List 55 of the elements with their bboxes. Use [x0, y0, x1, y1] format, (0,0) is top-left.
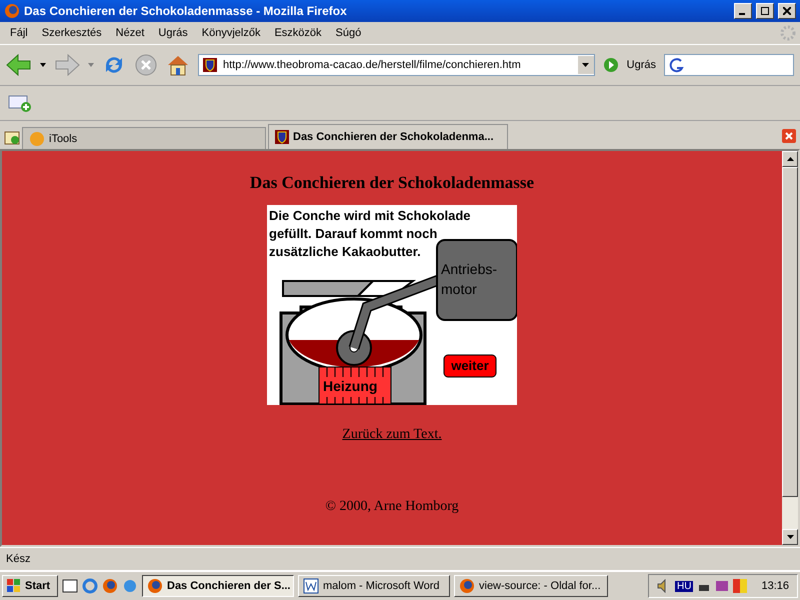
- home-icon[interactable]: [166, 53, 190, 77]
- close-button[interactable]: [778, 3, 796, 19]
- windows-logo-icon: [7, 579, 21, 593]
- language-indicator[interactable]: HU: [675, 580, 694, 592]
- menu-item[interactable]: Eszközök: [268, 25, 328, 41]
- firefox-icon: [102, 578, 118, 594]
- throbber-icon: [780, 25, 796, 41]
- maximize-button[interactable]: [756, 3, 774, 19]
- shield-icon: [203, 58, 217, 72]
- browser-tab[interactable]: iTools: [22, 127, 266, 149]
- scroll-down-icon[interactable]: [786, 535, 794, 539]
- start-button[interactable]: Start: [2, 575, 58, 597]
- stop-icon[interactable]: [134, 53, 158, 77]
- scrollbar[interactable]: [782, 151, 798, 545]
- browser-tab[interactable]: Das Conchieren der Schokoladenma...: [268, 124, 508, 149]
- close-icon: [783, 7, 791, 15]
- firefox-icon: [147, 578, 163, 594]
- menu-item[interactable]: Szerkesztés: [36, 25, 108, 41]
- tray-app-icon[interactable]: [715, 579, 730, 593]
- next-button[interactable]: weiter: [444, 356, 496, 376]
- close-tab-icon[interactable]: [782, 129, 796, 143]
- back-link[interactable]: Zurück zum Text.: [342, 427, 442, 443]
- caret-icon[interactable]: [40, 63, 46, 67]
- copyright-text: © 2000, Arne Homborg: [325, 499, 459, 515]
- menu-item[interactable]: Fájl: [4, 25, 34, 41]
- caption-text: Die Conche wird mit Schokolade gefüllt. Darauf kommt noch zusätzliche Kakaobutter.: [269, 207, 472, 261]
- back-arrow-icon[interactable]: [6, 54, 32, 76]
- firefox-icon: [459, 578, 475, 594]
- address-field[interactable]: http://www.theobroma-cacao.de/herstell/filme/conchieren.htm: [198, 54, 595, 76]
- dropdown-icon[interactable]: [578, 56, 594, 74]
- clock: 13:16: [761, 580, 789, 592]
- menu-item[interactable]: Súgó: [330, 25, 368, 41]
- status-text: Kész: [6, 553, 30, 565]
- maximize-icon: [761, 7, 769, 15]
- page-heading: Das Conchieren der Schokoladenmasse: [250, 173, 534, 193]
- menu-item[interactable]: Nézet: [110, 25, 150, 41]
- heater-label: Heizung: [323, 378, 378, 394]
- shield-icon: [275, 130, 289, 144]
- taskbar-button[interactable]: view-source: - Oldal for...: [454, 575, 608, 597]
- document-w-icon: [303, 578, 319, 594]
- search-field[interactable]: [664, 54, 794, 76]
- go-icon[interactable]: [602, 57, 619, 73]
- menu-item[interactable]: Könyvjelzők: [196, 25, 266, 41]
- search-engine-icon[interactable]: [669, 57, 685, 73]
- taskbar-button[interactable]: Das Conchieren der S...: [142, 575, 294, 597]
- firefox-icon: [4, 3, 20, 19]
- taskbar-button[interactable]: malom - Microsoft Word: [298, 575, 450, 597]
- scroll-up-icon[interactable]: [786, 157, 794, 161]
- window-title: Das Conchieren der Schokoladenmasse - Mozilla Firefox: [24, 4, 348, 18]
- bookmark-add-icon[interactable]: [8, 93, 32, 113]
- menu-item[interactable]: Ugrás: [152, 25, 194, 41]
- motor-label: Antriebs- motor: [441, 260, 498, 299]
- go-button[interactable]: Ugrás: [626, 59, 656, 71]
- minimize-button[interactable]: [734, 3, 752, 19]
- new-tab-icon[interactable]: [4, 129, 20, 145]
